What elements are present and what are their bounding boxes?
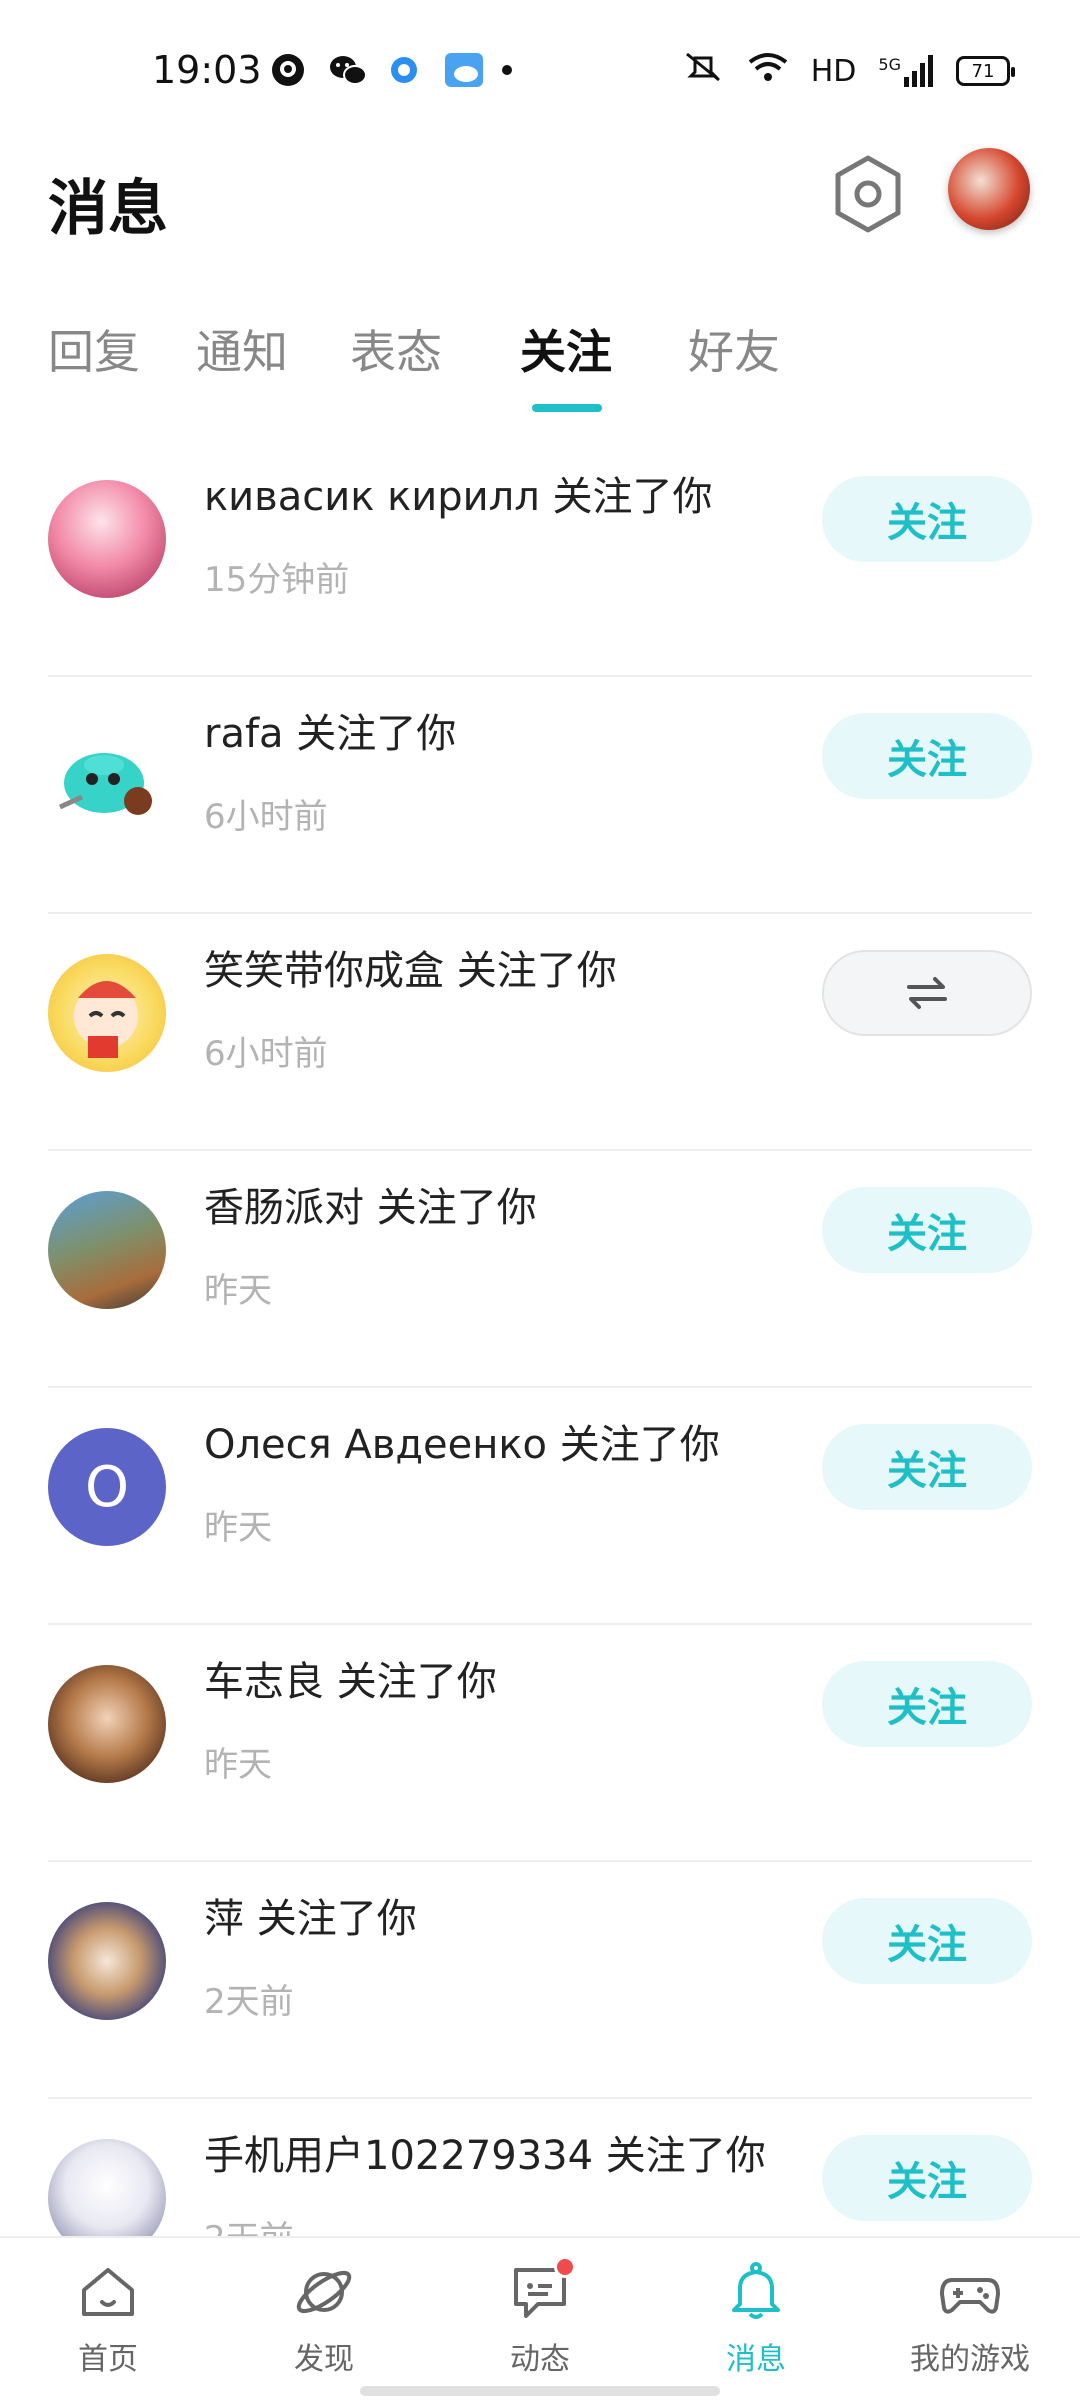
- follower-name: 香肠派对 关注了你: [204, 1185, 537, 1231]
- status-bar: 19:03 HD 5G 71: [0, 0, 1080, 140]
- tab-reply[interactable]: 回复: [48, 316, 140, 382]
- bottom-navigation: 首页 发现 动态 消息 我的游戏: [0, 2236, 1080, 2400]
- qq-icon: [270, 52, 306, 88]
- follower-name: Олеся Авдеенко 关注了你: [204, 1422, 720, 1468]
- nav-feed[interactable]: 动态: [470, 2256, 610, 2378]
- follow-time: 6小时前: [204, 797, 328, 837]
- wifi-icon: [747, 50, 789, 92]
- follow-back-button[interactable]: 关注: [822, 476, 1032, 562]
- nav-label: 发现: [294, 2342, 354, 2377]
- battery-icon: 71: [956, 56, 1015, 86]
- follow-time: 昨天: [204, 1508, 272, 1548]
- swap-arrows-icon: [907, 977, 947, 1009]
- follow-back-button[interactable]: 关注: [822, 1898, 1032, 1984]
- signal-type: 5G: [878, 55, 901, 74]
- list-item[interactable]: 萍 关注了你 2天前 关注: [0, 1862, 1080, 2099]
- settings-button[interactable]: [832, 154, 904, 234]
- more-notifications-dot: [502, 65, 512, 75]
- follow-back-button[interactable]: 关注: [822, 1424, 1032, 1510]
- list-item[interactable]: 车志良 关注了你 昨天 关注: [0, 1625, 1080, 1862]
- nav-label: 消息: [726, 2342, 786, 2377]
- follow-back-button[interactable]: 关注: [822, 1661, 1032, 1747]
- tab-follow[interactable]: 关注: [520, 316, 612, 382]
- follow-time: 2天前: [204, 1982, 294, 2022]
- follow-back-button[interactable]: 关注: [822, 713, 1032, 799]
- user-avatar[interactable]: [948, 148, 1030, 230]
- notification-badge: [554, 2256, 576, 2278]
- hexagon-settings-icon: [835, 155, 901, 233]
- status-right: HD 5G 71: [681, 50, 1015, 92]
- planet-icon: [292, 2260, 356, 2324]
- list-item[interactable]: 手机用户102279334 关注了你 2天前 关注: [0, 2099, 1080, 2240]
- nav-label: 动态: [510, 2342, 570, 2377]
- notification-icons: [270, 52, 512, 88]
- avatar[interactable]: [48, 1665, 166, 1783]
- follow-list: кивасик кирилл 关注了你 15分钟前 关注 rafa 关注了你 6…: [0, 440, 1080, 2240]
- gamepad-icon: [938, 2260, 1002, 2324]
- home-indicator[interactable]: [360, 2386, 720, 2396]
- nav-home[interactable]: 首页: [38, 2260, 178, 2378]
- follow-time: 昨天: [204, 1745, 272, 1785]
- mute-icon: [681, 50, 725, 92]
- list-item[interactable]: O Олеся Авдеенко 关注了你 昨天 关注: [0, 1388, 1080, 1625]
- follower-name: 笑笑带你成盒 关注了你: [204, 948, 617, 994]
- list-item[interactable]: кивасик кирилл 关注了你 15分钟前 关注: [0, 440, 1080, 677]
- follower-name: 萍 关注了你: [204, 1896, 417, 1942]
- active-tab-indicator: [532, 404, 602, 412]
- avatar[interactable]: [48, 1191, 166, 1309]
- list-item[interactable]: 笑笑带你成盒 关注了你 6小时前: [0, 914, 1080, 1151]
- follow-time: 昨天: [204, 1271, 272, 1311]
- avatar[interactable]: [48, 1902, 166, 2020]
- avatar[interactable]: [48, 2139, 166, 2240]
- nav-my-games[interactable]: 我的游戏: [900, 2260, 1040, 2378]
- messages-screen: 19:03 HD 5G 71 消息 回复 通知 表态 关注 好友 кивасик…: [0, 0, 1080, 2400]
- avatar[interactable]: [48, 480, 166, 598]
- page-header: 消息: [0, 140, 1080, 260]
- home-icon: [76, 2260, 140, 2324]
- weather-icon: [444, 52, 483, 88]
- follower-name: 手机用户102279334 关注了你: [204, 2133, 766, 2179]
- follow-time: 6小时前: [204, 1034, 328, 1074]
- tab-reaction[interactable]: 表态: [350, 316, 442, 382]
- list-item[interactable]: 香肠派对 关注了你 昨天 关注: [0, 1151, 1080, 1388]
- status-time: 19:03: [152, 48, 262, 92]
- follow-time: 15分钟前: [204, 560, 350, 600]
- follower-name: кивасик кирилл 关注了你: [204, 474, 713, 520]
- message-tabs: 回复 通知 表态 关注 好友: [0, 300, 1080, 420]
- follower-name: rafa 关注了你: [204, 711, 457, 757]
- avatar[interactable]: [48, 717, 166, 835]
- nav-label: 我的游戏: [910, 2342, 1030, 2377]
- tab-friends[interactable]: 好友: [688, 316, 780, 382]
- follow-back-button[interactable]: 关注: [822, 2135, 1032, 2221]
- avatar[interactable]: O: [48, 1428, 166, 1546]
- network-label: HD: [810, 53, 857, 89]
- follow-back-button[interactable]: 关注: [822, 1187, 1032, 1273]
- follower-name: 车志良 关注了你: [204, 1659, 497, 1705]
- list-item[interactable]: rafa 关注了你 6小时前 关注: [0, 677, 1080, 914]
- nav-label: 首页: [78, 2342, 138, 2377]
- app-icon: [386, 52, 422, 88]
- avatar[interactable]: [48, 954, 166, 1072]
- tab-notification[interactable]: 通知: [196, 316, 288, 382]
- battery-level: 71: [971, 60, 995, 82]
- page-title: 消息: [48, 174, 168, 244]
- wechat-icon: [328, 52, 367, 88]
- nav-discover[interactable]: 发现: [254, 2260, 394, 2378]
- signal-icon: 5G: [878, 55, 934, 87]
- chat-bubble-icon: [508, 2256, 576, 2324]
- bell-icon: [724, 2260, 788, 2324]
- nav-messages[interactable]: 消息: [686, 2260, 826, 2378]
- mutual-follow-button[interactable]: [822, 950, 1032, 1036]
